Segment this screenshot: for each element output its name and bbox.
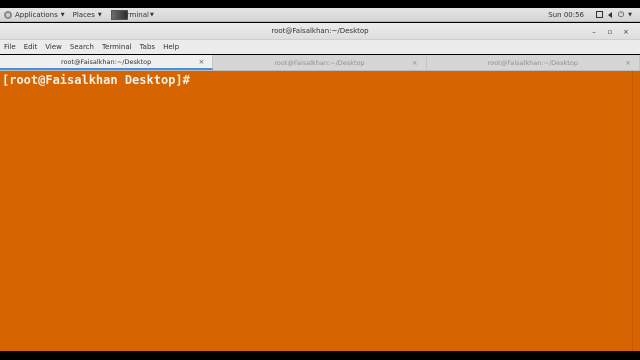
- tab-label: root@Faisalkhan:~/Desktop: [487, 58, 578, 67]
- menu-view[interactable]: View: [45, 43, 62, 51]
- menubar: File Edit View Search Terminal Tabs Help: [0, 40, 640, 54]
- places-label: Places: [72, 10, 95, 19]
- tab-1[interactable]: root@Faisalkhan:~/Desktop ×: [0, 55, 214, 70]
- top-panel: Applications ▼ Places ▼ rminal ▼ Sun 00:…: [0, 8, 640, 22]
- menu-tabs[interactable]: Tabs: [140, 43, 156, 51]
- menu-help[interactable]: Help: [163, 43, 179, 51]
- terminal-thumbnail-icon: [110, 9, 128, 20]
- close-icon[interactable]: ×: [412, 59, 418, 67]
- tab-bar: root@Faisalkhan:~/Desktop × root@Faisalk…: [0, 55, 640, 71]
- menu-search[interactable]: Search: [70, 43, 94, 51]
- window-title: root@Faisalkhan:~/Desktop: [271, 27, 369, 35]
- taskbar-terminal-label: rminal: [126, 10, 149, 19]
- shell-prompt: [root@Faisalkhan Desktop]#: [2, 73, 190, 87]
- tab-label: root@Faisalkhan:~/Desktop: [274, 58, 365, 67]
- applications-icon: [4, 10, 12, 19]
- clock[interactable]: Sun 00:56: [548, 11, 584, 19]
- close-icon[interactable]: ×: [198, 58, 204, 66]
- applications-menu[interactable]: Applications ▼: [0, 8, 69, 22]
- minimize-button[interactable]: –: [586, 28, 602, 36]
- tab-2[interactable]: root@Faisalkhan:~/Desktop ×: [213, 55, 427, 70]
- places-menu[interactable]: Places ▼: [69, 8, 106, 22]
- menu-terminal[interactable]: Terminal: [102, 43, 132, 51]
- volume-icon[interactable]: [606, 11, 614, 19]
- terminal-output[interactable]: [root@Faisalkhan Desktop]#: [0, 71, 632, 351]
- window-titlebar[interactable]: root@Faisalkhan:~/Desktop – ▫ ×: [0, 23, 640, 40]
- panel-status-area: Sun 00:56 ⏻ ▼: [548, 8, 640, 22]
- close-button[interactable]: ×: [618, 28, 634, 36]
- chevron-down-icon: ▼: [97, 11, 102, 18]
- bottom-black-border: [0, 351, 640, 360]
- window-icon[interactable]: [595, 11, 603, 19]
- chevron-down-icon[interactable]: ▼: [626, 11, 634, 19]
- tab-3[interactable]: root@Faisalkhan:~/Desktop ×: [427, 55, 640, 70]
- applications-label: Applications: [15, 10, 58, 19]
- taskbar-terminal[interactable]: rminal ▼: [108, 8, 157, 22]
- terminal-scrollbar[interactable]: [632, 71, 640, 351]
- tab-label: root@Faisalkhan:~/Desktop: [61, 57, 152, 66]
- chevron-down-icon: ▼: [60, 11, 65, 18]
- chevron-down-icon: ▼: [149, 11, 154, 18]
- menu-file[interactable]: File: [4, 43, 16, 51]
- close-icon[interactable]: ×: [625, 59, 631, 67]
- menu-edit[interactable]: Edit: [24, 43, 38, 51]
- power-icon[interactable]: ⏻: [617, 10, 625, 19]
- maximize-button[interactable]: ▫: [602, 28, 618, 36]
- window-controls: – ▫ ×: [586, 23, 634, 40]
